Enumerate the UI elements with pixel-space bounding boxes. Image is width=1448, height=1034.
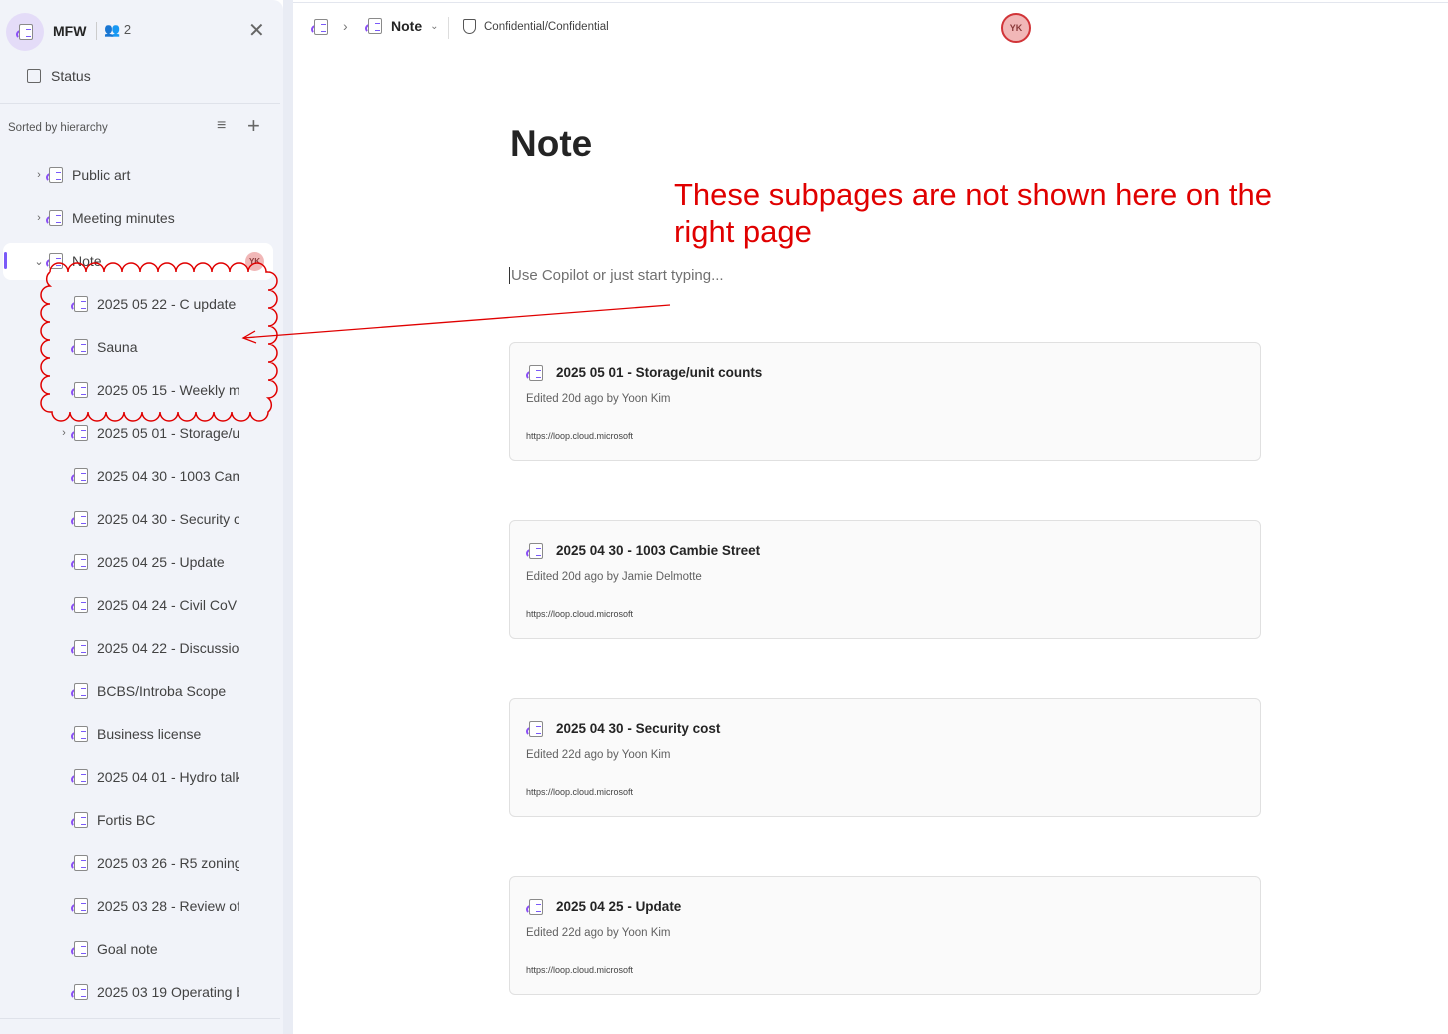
annotation-arrow (242, 304, 671, 339)
annotation-overlay (40, 262, 671, 422)
annotation-cloud (40, 262, 278, 422)
